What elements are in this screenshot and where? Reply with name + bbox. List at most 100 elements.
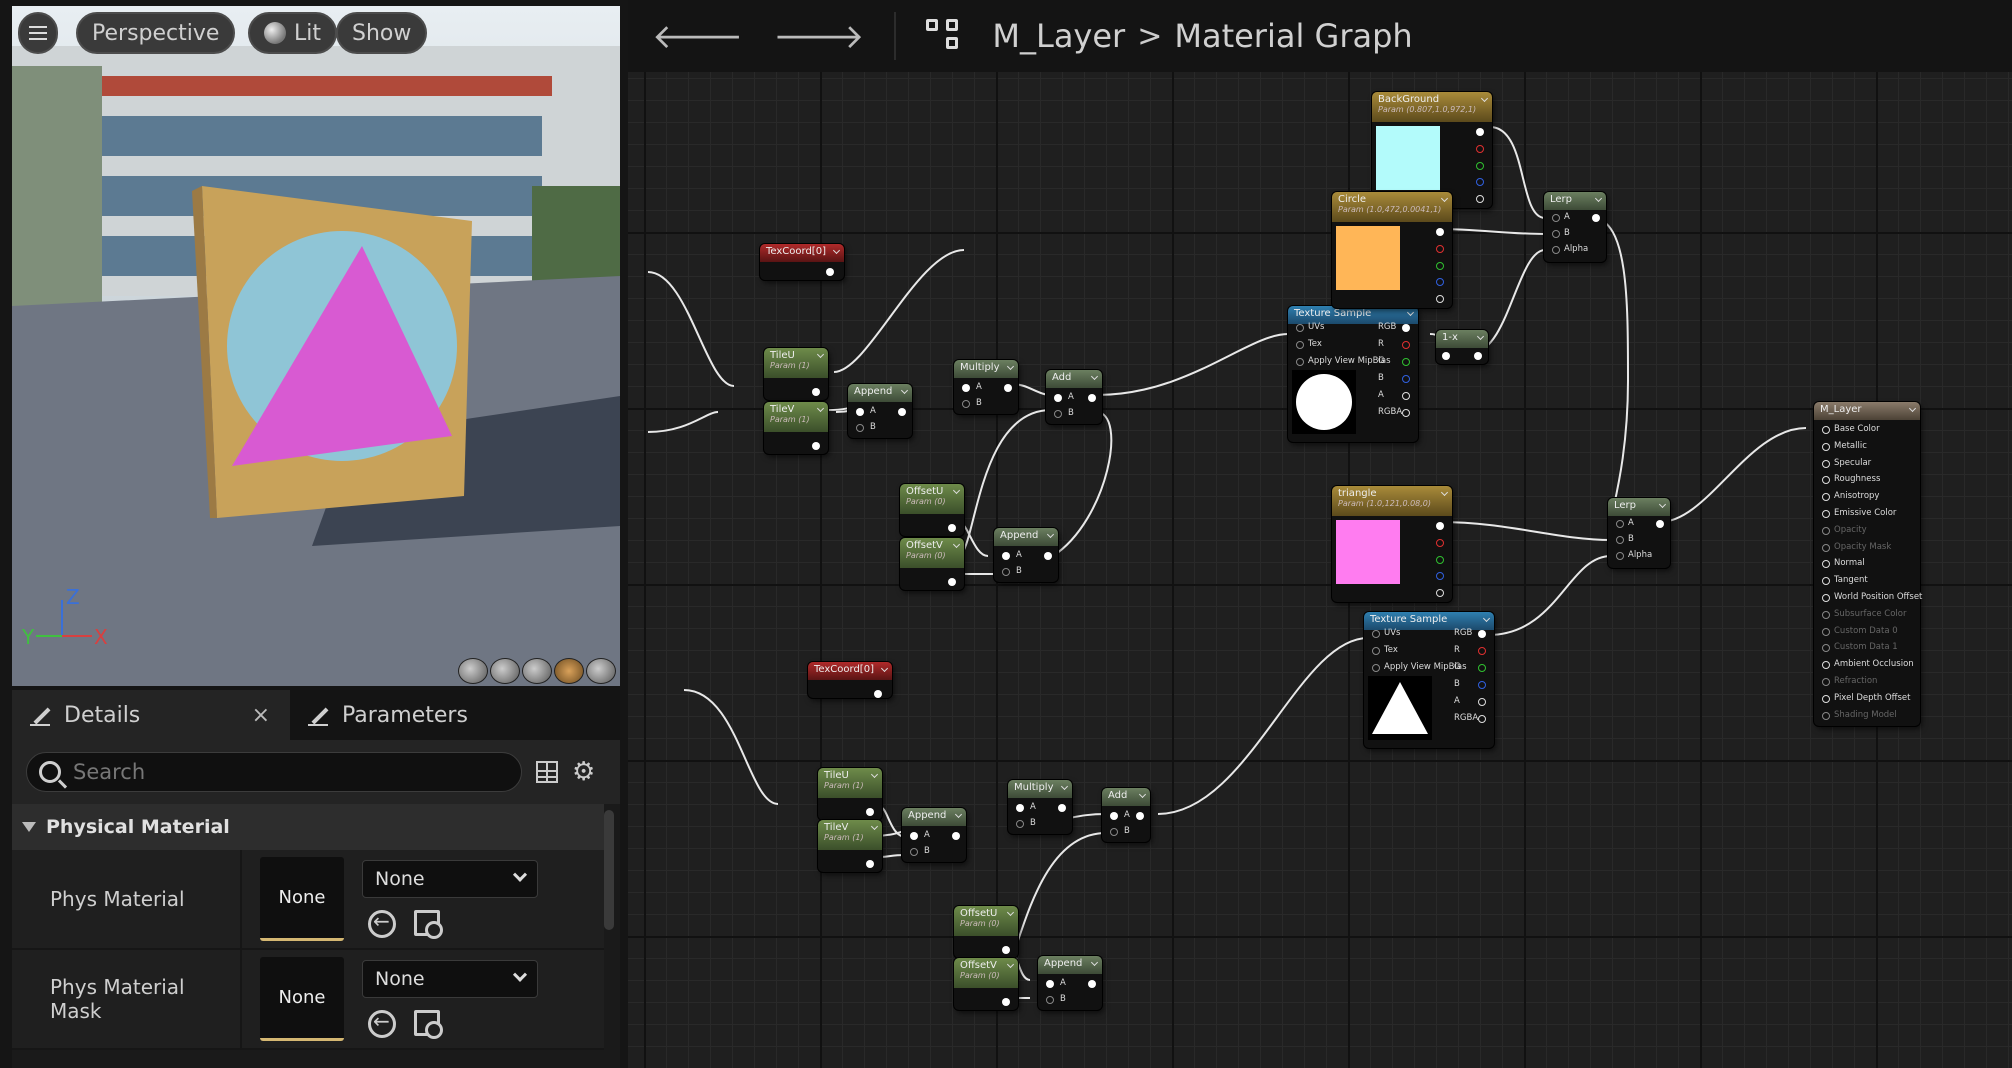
output-pin[interactable] xyxy=(1436,522,1444,530)
output-pin[interactable] xyxy=(1478,715,1486,723)
input-pin-a[interactable] xyxy=(1002,552,1010,560)
tilev-node-1[interactable]: TileV Param (1) xyxy=(764,402,828,454)
output-pin[interactable] xyxy=(948,524,956,532)
mesh-preview-icon[interactable] xyxy=(586,658,616,684)
output-pin[interactable] xyxy=(1402,375,1410,383)
viewport[interactable]: Perspective Lit Show Z X Y xyxy=(12,6,620,686)
input-pin[interactable] xyxy=(1822,644,1830,653)
tilev-node-2[interactable]: TileV Param (1) xyxy=(818,820,882,872)
output-g[interactable] xyxy=(1436,556,1444,564)
input-tex[interactable] xyxy=(1296,341,1304,349)
input-pin[interactable] xyxy=(1822,493,1830,502)
append-node-2[interactable]: Append A B xyxy=(994,528,1058,582)
output-pin[interactable] xyxy=(1474,352,1482,360)
append-node-1[interactable]: Append A B xyxy=(848,384,912,438)
input-pin-alpha[interactable] xyxy=(1616,552,1624,560)
input-pin-b[interactable] xyxy=(856,424,864,432)
output-pin[interactable] xyxy=(1436,228,1444,236)
search-box[interactable] xyxy=(26,752,522,792)
input-pin-alpha[interactable] xyxy=(1552,246,1560,254)
asset-picker-combo[interactable]: None xyxy=(362,860,538,898)
output-a[interactable] xyxy=(1436,295,1444,303)
output-pin[interactable] xyxy=(1136,812,1144,820)
offsetu-node-2[interactable]: OffsetU Param (0) xyxy=(954,906,1018,958)
output-pin[interactable] xyxy=(948,578,956,586)
result-node-m-layer[interactable]: M_Layer Base Color Metallic Specular Roughne… xyxy=(1814,402,1922,726)
input-pin-a[interactable] xyxy=(1616,520,1624,528)
output-pin[interactable] xyxy=(826,268,834,276)
output-g[interactable] xyxy=(1476,162,1484,170)
output-pin[interactable] xyxy=(812,442,820,450)
input-pin-a[interactable] xyxy=(962,384,970,392)
offsetu-node-1[interactable]: OffsetU Param (0) xyxy=(900,484,964,536)
cylinder-preview-icon[interactable] xyxy=(458,658,488,684)
input-pin[interactable] xyxy=(1822,577,1830,586)
chevron-down-icon[interactable] xyxy=(1594,194,1603,203)
output-b[interactable] xyxy=(1436,572,1444,580)
chevron-down-icon[interactable] xyxy=(1006,362,1015,371)
output-pin[interactable] xyxy=(1058,804,1066,812)
add-node-1[interactable]: Add A B xyxy=(1046,370,1102,424)
output-pin[interactable] xyxy=(952,832,960,840)
chevron-down-icon[interactable] xyxy=(1138,790,1147,799)
output-pin[interactable] xyxy=(1478,664,1486,672)
input-pin[interactable] xyxy=(1822,694,1830,703)
tileu-node-2[interactable]: TileU Param (1) xyxy=(818,768,882,820)
input-pin[interactable] xyxy=(1822,594,1830,602)
input-pin-a[interactable] xyxy=(1110,812,1118,820)
output-pin[interactable] xyxy=(866,808,874,816)
triangle-node[interactable]: triangle Param (1.0,121,0.08,0) xyxy=(1332,486,1452,602)
lerp-node-1[interactable]: Lerp A B Alpha xyxy=(1544,192,1606,262)
output-r[interactable] xyxy=(1436,539,1444,547)
chevron-down-icon[interactable] xyxy=(816,404,825,413)
input-pin-b[interactable] xyxy=(962,400,970,408)
chevron-down-icon[interactable] xyxy=(1006,960,1015,969)
plane-preview-icon[interactable] xyxy=(522,658,552,684)
chevron-down-icon[interactable] xyxy=(1476,332,1485,341)
lerp-node-2[interactable]: Lerp A B Alpha xyxy=(1608,498,1670,568)
output-pin[interactable] xyxy=(1002,998,1010,1006)
input-pin-a[interactable] xyxy=(1046,980,1054,988)
chevron-down-icon[interactable] xyxy=(952,540,961,549)
output-pin[interactable] xyxy=(1478,630,1486,638)
output-b[interactable] xyxy=(1476,178,1484,186)
output-b[interactable] xyxy=(1436,278,1444,286)
details-scrollbar[interactable] xyxy=(604,810,614,930)
input-uvs[interactable] xyxy=(1372,630,1380,638)
input-pin[interactable] xyxy=(1822,442,1830,451)
input-pin-b[interactable] xyxy=(1054,410,1062,418)
one-minus-node[interactable]: 1-x xyxy=(1436,330,1488,364)
input-pin[interactable] xyxy=(1822,426,1830,434)
output-a[interactable] xyxy=(1436,589,1444,597)
chevron-down-icon[interactable] xyxy=(900,386,909,395)
chevron-down-icon[interactable] xyxy=(870,770,879,779)
input-pin[interactable] xyxy=(1822,526,1830,535)
input-pin[interactable] xyxy=(1822,627,1830,636)
input-pin-a[interactable] xyxy=(1054,394,1062,402)
cube-preview-icon[interactable] xyxy=(554,658,584,684)
input-pin-b[interactable] xyxy=(1616,536,1624,544)
input-pin[interactable] xyxy=(1822,560,1830,569)
show-button[interactable]: Show xyxy=(336,12,428,54)
input-pin-b[interactable] xyxy=(1046,996,1054,1004)
chevron-down-icon[interactable] xyxy=(880,664,889,673)
gear-icon[interactable]: ⚙ xyxy=(572,759,595,785)
chevron-down-icon[interactable] xyxy=(816,350,825,359)
output-pin[interactable] xyxy=(1402,409,1410,417)
output-pin[interactable] xyxy=(1002,946,1010,954)
offsetv-node-1[interactable]: OffsetV Param (0) xyxy=(900,538,964,590)
output-pin[interactable] xyxy=(1478,681,1486,689)
chevron-down-icon[interactable] xyxy=(954,810,963,819)
perspective-button[interactable]: Perspective xyxy=(76,12,236,54)
input-pin[interactable] xyxy=(1822,510,1830,518)
chevron-down-icon[interactable] xyxy=(1060,782,1069,791)
output-pin[interactable] xyxy=(1402,392,1410,400)
output-g[interactable] xyxy=(1436,262,1444,270)
chevron-down-icon[interactable] xyxy=(1046,530,1055,539)
close-icon[interactable]: × xyxy=(252,703,270,728)
circle-node[interactable]: Circle Param (1.0,472,0.0041,1) xyxy=(1332,192,1452,308)
output-pin[interactable] xyxy=(1402,341,1410,349)
input-pin[interactable] xyxy=(1822,459,1830,468)
chevron-down-icon[interactable] xyxy=(832,246,841,255)
browse-asset-icon[interactable] xyxy=(414,1010,443,1039)
